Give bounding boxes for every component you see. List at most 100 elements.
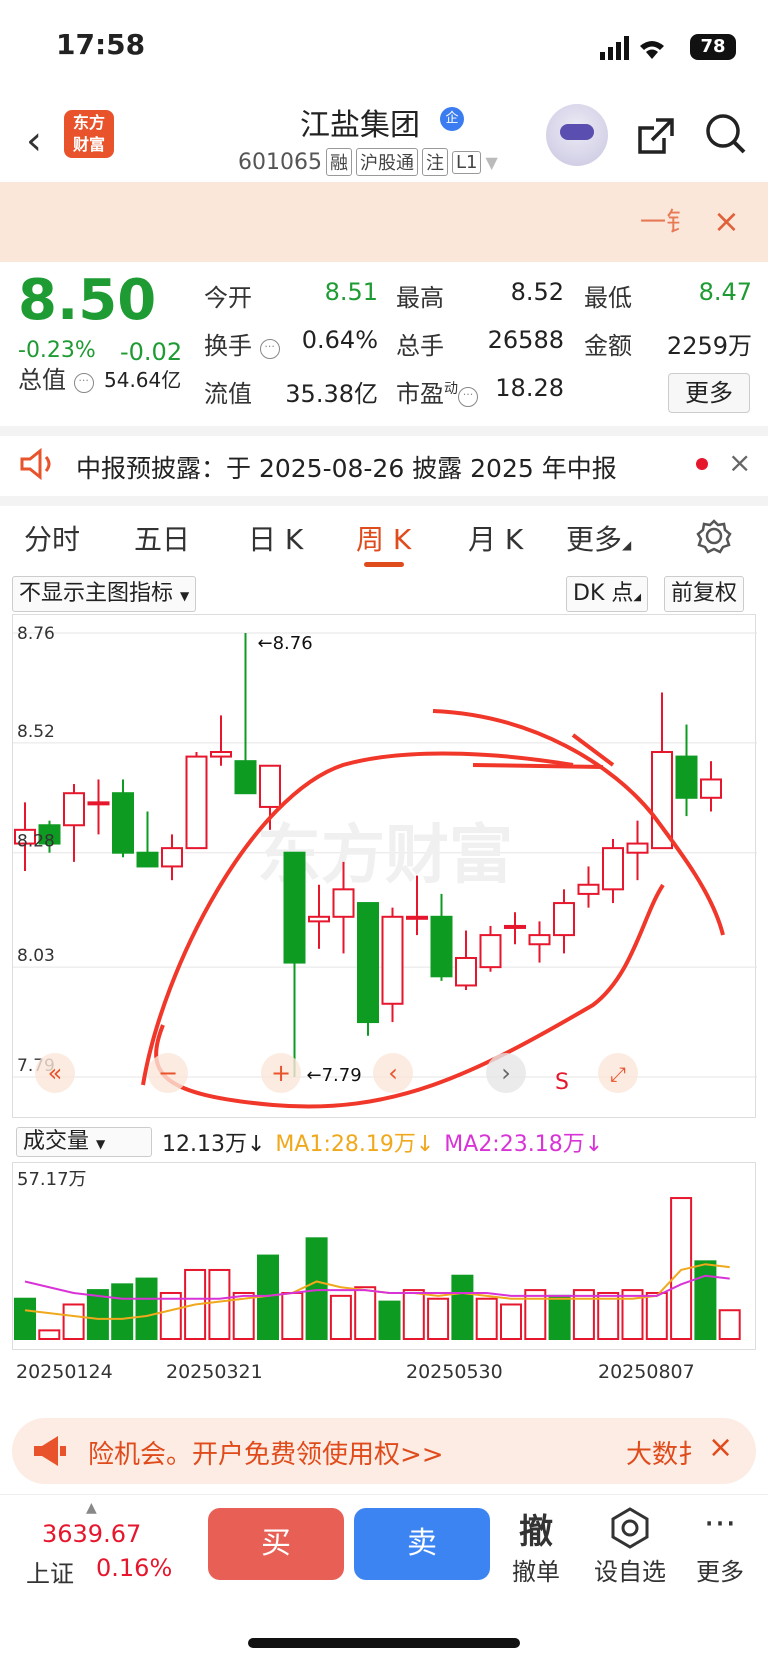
- volume-bar: [524, 1289, 547, 1340]
- dk-point-button[interactable]: DK 点◢: [566, 576, 649, 612]
- amount-value: 2259万: [666, 332, 752, 360]
- volume-bar: [38, 1329, 61, 1341]
- market-cap-value: 54.64亿: [104, 368, 182, 392]
- promo-close-icon[interactable]: ×: [713, 202, 740, 240]
- x-axis-label: 20250321: [166, 1361, 263, 1383]
- zoom-in-icon[interactable]: +: [261, 1053, 301, 1093]
- candle-body: [87, 801, 110, 806]
- current-price: 8.50: [18, 268, 157, 333]
- expand-icon[interactable]: ⤢: [598, 1053, 638, 1093]
- candle-body: [675, 755, 698, 799]
- info-icon[interactable]: ···: [73, 373, 94, 393]
- x-axis-labels: 20250124 20250321 20250530 20250807: [16, 1361, 695, 1383]
- tab-more-caret-icon: ◢: [622, 538, 632, 552]
- tab-more[interactable]: 更多◢: [566, 518, 631, 558]
- candle-body: [406, 915, 428, 920]
- status-time: 17:58: [56, 28, 146, 61]
- candle-body: [136, 851, 159, 868]
- tab-active-indicator: [364, 562, 404, 567]
- volume-bar: [305, 1237, 328, 1340]
- amount-label: 金额: [584, 332, 632, 360]
- candle-body: [234, 760, 257, 795]
- candle-body: [308, 915, 330, 923]
- volume-value: 26588: [487, 326, 564, 354]
- ma2-label: MA2:23.18万↓: [444, 1132, 604, 1157]
- cancel-order-label[interactable]: 撤单: [496, 1552, 576, 1587]
- price-axis-label: 8.76: [17, 624, 55, 644]
- kline-svg: 东方财富 8.768.528.288.037.79 ←8.76 ←7.79 « …: [13, 624, 757, 1109]
- divider: [0, 496, 768, 506]
- dropdown-caret-icon[interactable]: ▼: [485, 153, 497, 172]
- volume-bar: [111, 1283, 134, 1340]
- volume-bar: [572, 1289, 595, 1340]
- index-change[interactable]: 0.16%: [96, 1554, 172, 1582]
- x-axis-label: 20250807: [598, 1361, 695, 1383]
- volume-bar: [281, 1291, 304, 1340]
- more-label[interactable]: 更多: [680, 1552, 760, 1587]
- add-watchlist-label[interactable]: 设自选: [590, 1552, 670, 1587]
- quote-more-button[interactable]: 更多: [668, 373, 750, 413]
- volume-bar: [597, 1291, 620, 1340]
- volume-indicator-select[interactable]: 成交量 ▼: [16, 1127, 152, 1157]
- volume-chart[interactable]: 57.17万: [12, 1162, 756, 1350]
- candle-body: [479, 934, 502, 969]
- signal-wifi-icon: [600, 36, 680, 64]
- add-watchlist-icon[interactable]: [608, 1506, 652, 1554]
- svg-text:«: «: [48, 1059, 63, 1087]
- volume-bar: [208, 1268, 231, 1340]
- notice-text[interactable]: 中报预披露：于 2025-08-26 披露 2025 年中报: [76, 449, 617, 485]
- volume-bar: [500, 1303, 522, 1340]
- index-name[interactable]: 上证: [26, 1554, 74, 1589]
- right-icon[interactable]: ›: [486, 1053, 526, 1093]
- tab-daily-k[interactable]: 日 K: [248, 518, 303, 558]
- volume-bar: [402, 1289, 425, 1340]
- volume-bar: [475, 1297, 498, 1340]
- double-left-icon[interactable]: «: [35, 1053, 75, 1093]
- cancel-order-icon[interactable]: 撤: [496, 1504, 576, 1553]
- svg-text:−: −: [158, 1059, 178, 1087]
- info-icon[interactable]: ···: [458, 387, 478, 407]
- gear-icon[interactable]: [696, 518, 732, 558]
- ma1-label: MA1:28.19万↓: [275, 1132, 435, 1157]
- tab-five-day[interactable]: 五日: [134, 518, 190, 558]
- open-value: 8.51: [324, 278, 378, 306]
- tab-monthly-k[interactable]: 月 K: [468, 518, 523, 558]
- buy-button[interactable]: 买: [208, 1508, 344, 1580]
- share-icon[interactable]: [634, 114, 678, 162]
- notice-close-icon[interactable]: ×: [728, 446, 751, 479]
- select-caret-icon: ▼: [96, 1137, 106, 1151]
- home-indicator: [248, 1638, 520, 1648]
- market-cap-label: 总值 ···: [18, 360, 94, 395]
- pe-value: 18.28: [495, 374, 564, 402]
- zoom-out-icon[interactable]: −: [148, 1053, 188, 1093]
- candle-body: [332, 888, 355, 918]
- tab-weekly-k[interactable]: 周 K: [356, 518, 411, 558]
- left-icon[interactable]: ‹: [373, 1053, 413, 1093]
- x-axis-label: 20250124: [16, 1361, 113, 1383]
- kline-chart[interactable]: 东方财富 8.76 8.52 8.28 8.03 7.79 ←8.76 ←7.79 « …: [12, 614, 757, 1118]
- candle-body: [504, 924, 526, 929]
- adjust-button[interactable]: 前复权: [664, 576, 745, 612]
- search-icon[interactable]: [704, 112, 748, 160]
- volume-bar: [451, 1274, 474, 1340]
- info-icon[interactable]: ···: [259, 339, 280, 359]
- candle-body: [700, 778, 722, 799]
- tab-intraday[interactable]: 分时: [24, 518, 80, 558]
- max-price-annotation: ←8.76: [258, 633, 313, 654]
- back-icon[interactable]: ‹: [26, 118, 42, 164]
- megaphone-icon: [30, 1434, 70, 1472]
- index-value[interactable]: 3639.67: [42, 1520, 141, 1548]
- volume-bar: [329, 1294, 352, 1341]
- tag-connect: 沪股通: [355, 148, 418, 176]
- candle-body: [161, 847, 183, 868]
- account-promo-text: 险机会。开户免费领使用权>>: [88, 1440, 444, 1470]
- sell-button[interactable]: 卖: [354, 1508, 490, 1580]
- volume-bar: [548, 1294, 571, 1341]
- account-promo-close-icon[interactable]: ×: [708, 1430, 733, 1465]
- more-dots-icon[interactable]: ···: [680, 1504, 760, 1544]
- volume-bar: [718, 1309, 741, 1340]
- volume-bar: [62, 1303, 85, 1340]
- candle-body: [283, 851, 306, 964]
- indicator-select[interactable]: 不显示主图指标 ▼: [12, 576, 197, 612]
- tag-level: L1: [451, 150, 482, 174]
